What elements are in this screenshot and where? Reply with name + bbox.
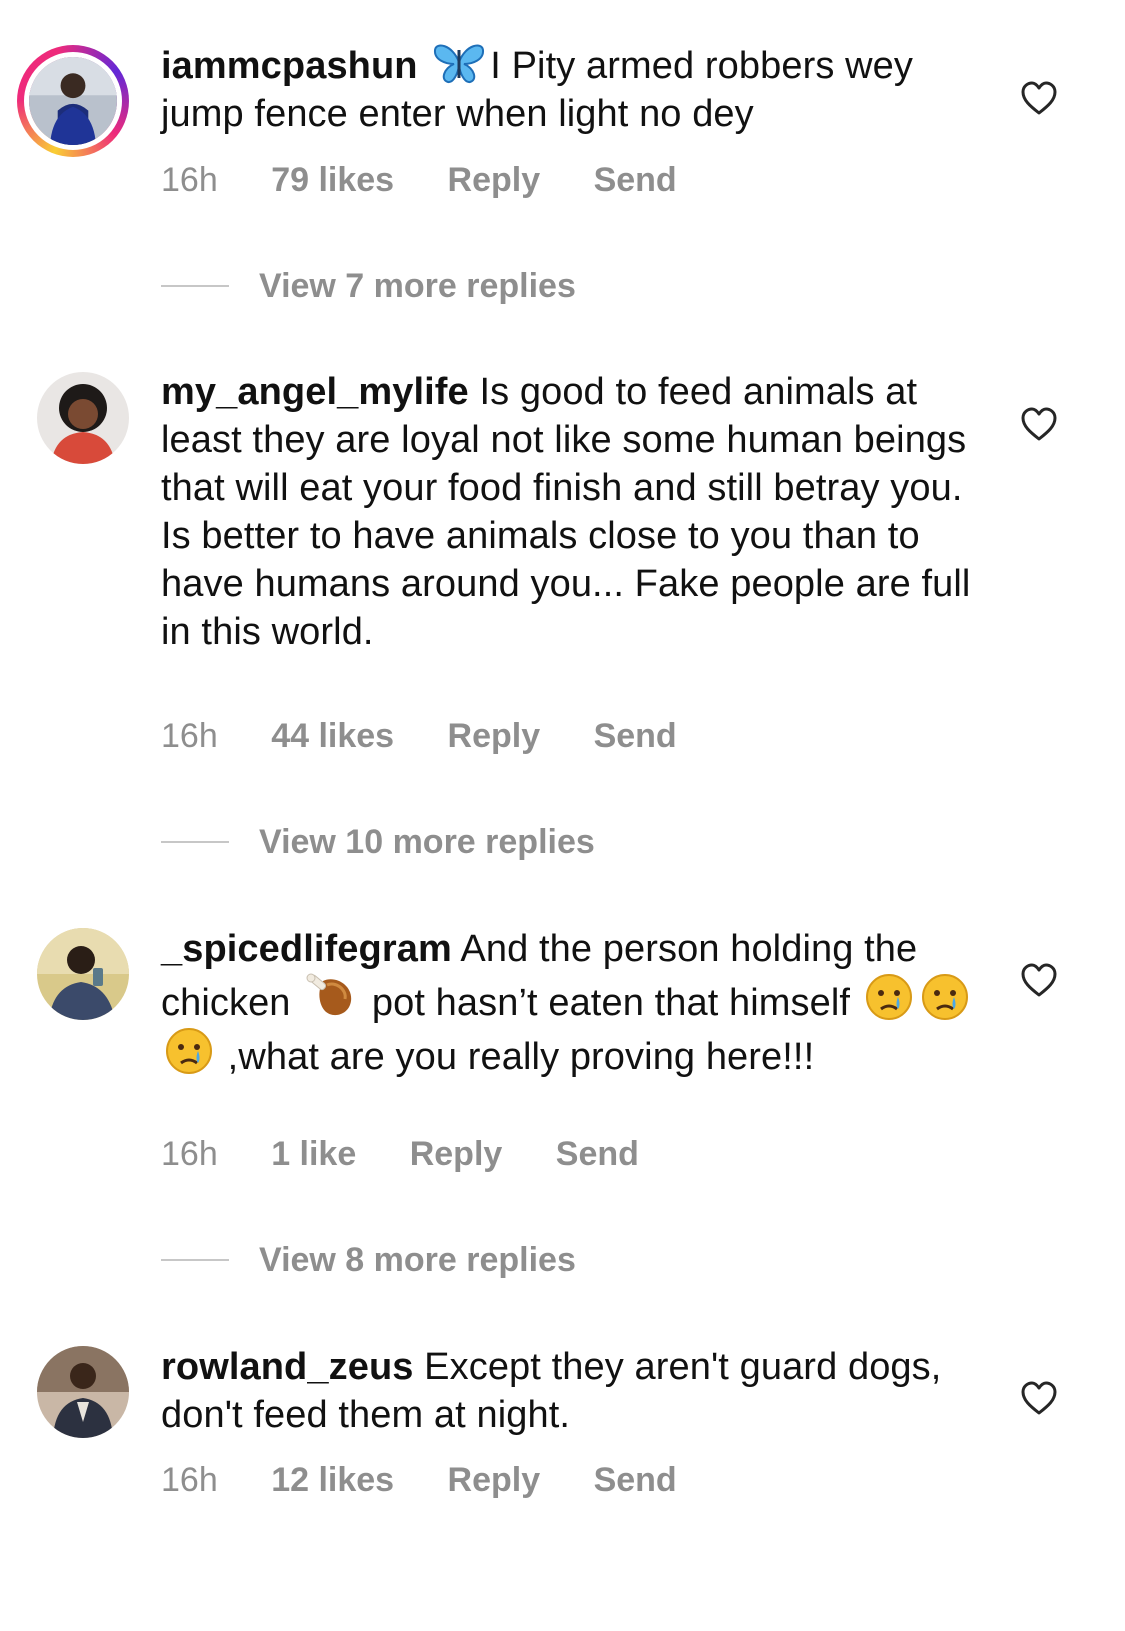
comment-text: my_angel_mylife Is good to feed animals … [161,368,973,656]
comment-meta: 16h 1 like Reply Send [161,1134,683,1174]
divider-line [161,1259,229,1261]
likes-count[interactable]: 44 likes [271,717,394,755]
reply-button[interactable]: Reply [410,1135,503,1173]
heart-icon[interactable] [1020,406,1058,442]
avatar-story-ring[interactable] [17,45,129,157]
view-more-replies[interactable]: View 7 more replies [161,266,576,306]
timestamp: 16h [161,1461,218,1499]
avatar-wrap[interactable] [37,372,129,464]
avatar-wrap[interactable] [37,1346,129,1438]
send-button[interactable]: Send [594,161,677,199]
poultry-leg-emoji-icon [306,973,352,1016]
avatar [24,52,122,150]
send-button[interactable]: Send [556,1135,639,1173]
heart-icon[interactable] [1020,962,1058,998]
divider-line [161,841,229,843]
reply-button[interactable]: Reply [448,161,541,199]
likes-count[interactable]: 12 likes [271,1461,394,1499]
timestamp: 16h [161,717,218,755]
reply-button[interactable]: Reply [448,717,541,755]
username[interactable]: iammcpashun [161,45,418,87]
avatar-wrap[interactable] [37,928,129,1020]
comment-body-part2: pot hasn’t eaten that himself [371,982,851,1024]
avatar [37,1346,129,1438]
divider-line [161,285,229,287]
comment-meta: 16h 79 likes Reply Send [161,160,721,200]
comment-text: _spicedlifegram And the person holding t… [161,925,973,1081]
comment-body-part3: ,what are you really proving here!!! [227,1036,815,1078]
view-replies-label: View 7 more replies [259,266,576,305]
view-more-replies[interactable]: View 10 more replies [161,822,595,862]
likes-count[interactable]: 1 like [271,1135,356,1173]
timestamp: 16h [161,1135,218,1173]
view-replies-label: View 8 more replies [259,1240,576,1279]
crying-face-emoji-icon [865,974,912,1020]
reply-button[interactable]: Reply [448,1461,541,1499]
heart-icon[interactable] [1020,1380,1058,1416]
crying-face-emoji-icon [921,974,968,1020]
comment-meta: 16h 12 likes Reply Send [161,1460,721,1500]
view-replies-label: View 10 more replies [259,822,595,861]
butterfly-emoji-icon [434,44,485,84]
avatar [37,928,129,1020]
comment-text: rowland_zeus Except they aren't guard do… [161,1343,973,1439]
comment-text: iammcpashun I Pity armed robbers wey jum… [161,42,973,138]
crying-face-emoji-icon [166,1028,212,1074]
heart-icon[interactable] [1020,80,1058,116]
username[interactable]: rowland_zeus [161,1346,414,1388]
send-button[interactable]: Send [594,717,677,755]
timestamp: 16h [161,161,218,199]
send-button[interactable]: Send [594,1461,677,1499]
username[interactable]: _spicedlifegram [161,928,452,970]
likes-count[interactable]: 79 likes [271,161,394,199]
comment-body: Is good to feed animals at least they ar… [161,371,971,653]
username[interactable]: my_angel_mylife [161,371,469,413]
view-more-replies[interactable]: View 8 more replies [161,1240,576,1280]
comment-meta: 16h 44 likes Reply Send [161,716,721,756]
avatar [37,372,129,464]
